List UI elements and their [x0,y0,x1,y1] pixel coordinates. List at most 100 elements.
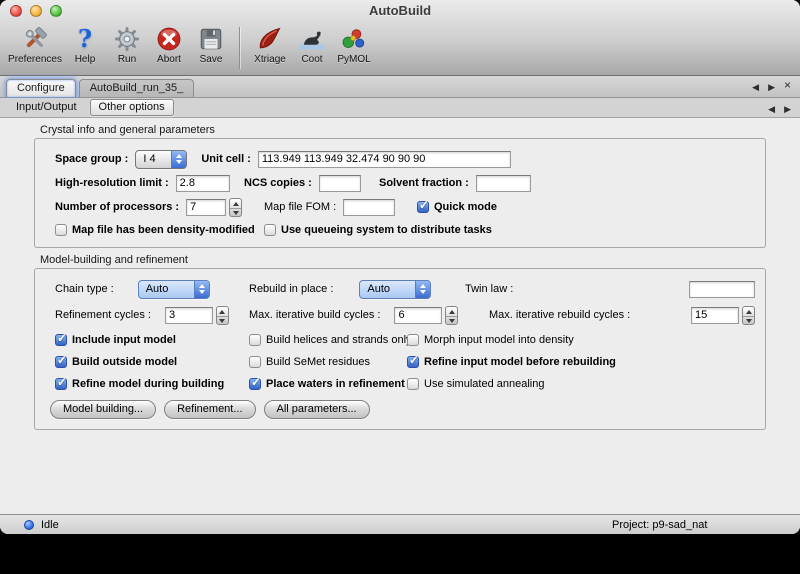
tab-next-icon[interactable]: ▶ [768,81,775,93]
checkbox-box[interactable] [55,334,67,346]
checkbox-box[interactable] [55,356,67,368]
run-gear-icon [114,24,140,54]
xtriage-icon [257,24,283,54]
toolbar-xtriage-button[interactable]: Xtriage [249,24,291,65]
unit-cell-input[interactable] [258,151,511,168]
toolbar-pymol-button[interactable]: PyMOL [333,24,375,65]
density-modified-checkbox[interactable]: Map file has been density-modified [55,224,255,236]
refinement-cycles-input[interactable] [165,307,213,324]
toolbar-abort-button[interactable]: Abort [148,24,190,65]
model-checkbox-row-1: Include input model Build helices and st… [55,329,755,351]
chain-type-select[interactable]: Auto [138,280,210,299]
build-helices-checkbox[interactable]: Build helices and strands only [249,334,412,346]
map-fom-label: Map file FOM : [264,201,336,213]
popup-arrows-icon [415,281,430,298]
toolbar-label: Xtriage [254,54,286,65]
stepper-down-icon[interactable] [446,317,457,325]
tab-input-output[interactable]: Input/Output [8,100,85,115]
toolbar-save-button[interactable]: Save [190,24,232,65]
refine-before-rebuilding-checkbox[interactable]: Refine input model before rebuilding [407,356,616,368]
document-tab-bar: Configure AutoBuild_run_35_ ◀ ▶ × [0,76,800,98]
build-cycles-input[interactable] [394,307,442,324]
space-group-select[interactable]: I 4 [135,150,187,169]
twin-law-label: Twin law : [465,283,513,295]
subtab-next-icon[interactable]: ▶ [784,103,791,115]
high-resolution-input[interactable] [176,175,230,192]
include-input-model-checkbox[interactable]: Include input model [55,334,176,346]
screen: AutoBuild Preferences ? Help [0,0,800,574]
checkbox-box[interactable] [264,224,276,236]
checkbox-box[interactable] [417,201,429,213]
stepper-down-icon[interactable] [230,209,241,217]
tab-autobuild-run-35[interactable]: AutoBuild_run_35_ [79,79,195,97]
checkbox-box[interactable] [407,356,419,368]
all-parameters-button[interactable]: All parameters... [264,400,370,419]
autobuild-window: AutoBuild Preferences ? Help [0,0,800,534]
toolbar-label: Help [75,54,96,65]
toolbar-label: PyMOL [337,54,370,65]
build-cycles-stepper[interactable] [445,306,458,325]
checkbox-label: Morph input model into density [424,334,574,346]
processors-stepper[interactable] [229,198,242,217]
rebuild-cycles-input[interactable] [691,307,739,324]
queueing-checkbox[interactable]: Use queueing system to distribute tasks [264,224,492,236]
ncs-copies-label: NCS copies : [244,177,312,189]
map-fom-input[interactable] [343,199,395,216]
tab-other-options[interactable]: Other options [90,99,174,116]
main-content: Crystal info and general parameters Spac… [0,118,800,514]
checkbox-label: Use queueing system to distribute tasks [281,224,492,236]
morph-input-model-checkbox[interactable]: Morph input model into density [407,334,574,346]
build-outside-model-checkbox[interactable]: Build outside model [55,356,177,368]
stepper-up-icon[interactable] [230,199,241,209]
checkbox-box[interactable] [55,378,67,390]
space-group-value: I 4 [136,151,171,168]
refine-during-building-checkbox[interactable]: Refine model during building [55,378,224,390]
tab-close-icon[interactable]: × [784,79,791,93]
ncs-copies-input[interactable] [319,175,361,192]
tab-prev-icon[interactable]: ◀ [752,81,759,93]
model-building-button[interactable]: Model building... [50,400,156,419]
solvent-fraction-label: Solvent fraction : [379,177,469,189]
toolbar-coot-button[interactable]: Coot [291,24,333,65]
twin-law-input[interactable] [689,281,755,298]
stepper-up-icon[interactable] [217,307,228,317]
toolbar-help-button[interactable]: ? Help [64,24,106,65]
toolbar-run-button[interactable]: Run [106,24,148,65]
checkbox-box[interactable] [249,378,261,390]
tab-label: Configure [17,82,65,94]
refinement-button[interactable]: Refinement... [164,400,255,419]
solvent-fraction-input[interactable] [476,175,531,192]
checkbox-box[interactable] [407,334,419,346]
toolbar-label: Coot [301,54,322,65]
processors-input[interactable] [186,199,226,216]
tab-configure[interactable]: Configure [6,79,76,97]
checkbox-box[interactable] [249,334,261,346]
checkbox-label: Include input model [72,334,176,346]
stepper-up-icon[interactable] [446,307,457,317]
model-row-2: Refinement cycles : Max. iterative build… [55,301,755,329]
tab-label: Other options [99,101,165,113]
toolbar-preferences-button[interactable]: Preferences [6,24,64,65]
checkbox-label: Build SeMet residues [266,356,370,368]
option-tab-bar: Input/Output Other options ◀ ▶ [0,98,800,118]
checkbox-label: Refine model during building [72,378,224,390]
quick-mode-checkbox[interactable]: Quick mode [417,201,497,213]
checkbox-box[interactable] [249,356,261,368]
rebuild-in-place-select[interactable]: Auto [359,280,431,299]
stepper-up-icon[interactable] [743,307,754,317]
place-waters-checkbox[interactable]: Place waters in refinement [249,378,405,390]
rebuild-cycles-stepper[interactable] [742,306,755,325]
checkbox-box[interactable] [407,378,419,390]
titlebar[interactable]: AutoBuild [0,0,800,22]
checkbox-box[interactable] [55,224,67,236]
refinement-cycles-stepper[interactable] [216,306,229,325]
subtab-prev-icon[interactable]: ◀ [768,103,775,115]
model-row-1: Chain type : Auto Rebuild in place : Aut… [55,277,755,301]
model-checkbox-row-3: Refine model during building Place water… [55,373,755,395]
preferences-icon [22,24,48,54]
stepper-down-icon[interactable] [217,317,228,325]
build-semet-checkbox[interactable]: Build SeMet residues [249,356,370,368]
popup-arrows-icon [171,151,186,168]
stepper-down-icon[interactable] [743,317,754,325]
simulated-annealing-checkbox[interactable]: Use simulated annealing [407,378,544,390]
